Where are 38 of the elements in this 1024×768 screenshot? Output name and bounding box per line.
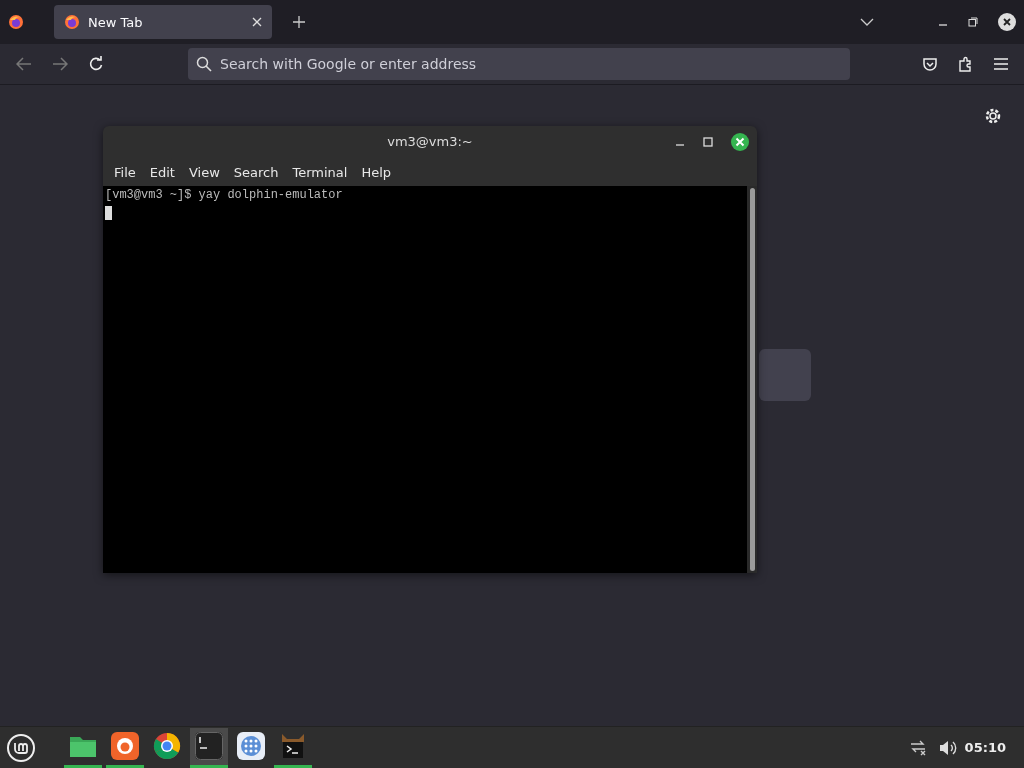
browser-tab[interactable]: New Tab (54, 5, 272, 39)
puzzle-icon[interactable] (958, 56, 974, 72)
app-grid-icon (237, 732, 265, 760)
chevron-down-icon[interactable] (860, 18, 874, 26)
shortcut-tile[interactable] (759, 349, 811, 401)
menu-item[interactable]: Help (354, 160, 399, 184)
folder-icon (69, 734, 97, 758)
menu-item[interactable]: Search (226, 160, 286, 184)
search-icon (196, 56, 212, 72)
chrome-icon (153, 732, 181, 760)
menu-item[interactable]: View (181, 160, 227, 184)
text-cursor (105, 206, 112, 220)
window-title: vm3@vm3:~ (386, 134, 474, 149)
close-icon[interactable] (998, 13, 1016, 31)
forward-arrow-icon[interactable] (52, 57, 68, 71)
console-icon (279, 732, 307, 760)
menu-icon[interactable] (994, 58, 1008, 70)
volume-icon[interactable] (938, 739, 957, 756)
clock[interactable]: 05:10 (964, 740, 1006, 755)
settings-icon[interactable] (984, 107, 1002, 125)
address-field[interactable]: Search with Google or enter address (188, 48, 850, 80)
pocket-icon[interactable] (922, 56, 938, 72)
close-icon[interactable] (252, 17, 262, 27)
network-disconnected-icon[interactable] (908, 739, 927, 756)
terminal-icon (195, 732, 223, 760)
terminal-line: [vm3@vm3 ~]$ yay dolphin-emulator (105, 188, 344, 202)
scrollbar-thumb[interactable] (749, 188, 755, 571)
plus-icon[interactable] (292, 15, 306, 29)
menu-item[interactable]: Edit (142, 160, 182, 184)
menu-item[interactable]: File (107, 160, 143, 184)
reload-icon[interactable] (88, 56, 104, 72)
back-arrow-icon[interactable] (16, 57, 32, 71)
menu-logo-icon[interactable] (6, 732, 36, 763)
close-icon[interactable] (731, 133, 749, 151)
menu-item[interactable]: Terminal (285, 160, 355, 184)
taskbar-app[interactable] (190, 727, 228, 768)
maximize-icon[interactable] (968, 17, 978, 27)
maximize-icon[interactable] (703, 137, 713, 147)
